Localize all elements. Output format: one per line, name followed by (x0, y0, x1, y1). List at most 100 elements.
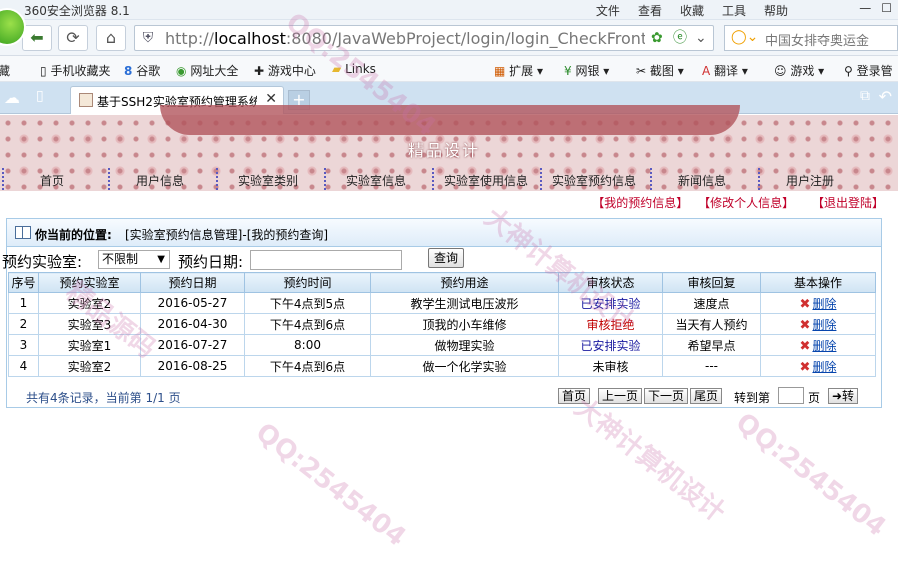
lab-filter-label: 预约实验室: (2, 253, 83, 271)
cell-operation: ✖ 删除 (760, 313, 876, 335)
cell-operation: ✖ 删除 (760, 334, 876, 356)
lab-filter-select[interactable]: 不限制 ▼ (98, 250, 170, 269)
tab-list-icon[interactable]: ⧉ (860, 88, 870, 104)
page-number-input[interactable] (778, 387, 804, 404)
menu-file[interactable]: 文件 (596, 2, 620, 19)
menu-lab-info[interactable]: 实验室信息 (346, 172, 406, 189)
last-page-button[interactable]: 尾页 (690, 388, 723, 404)
cell-status: 未审核 (558, 355, 663, 377)
search-placeholder[interactable]: 中国女排夺奥运金 (765, 30, 869, 49)
dropdown-arrow-icon[interactable]: ⌄ (695, 29, 707, 47)
search-box[interactable]: ◯⌄ 中国女排夺奥运金 (724, 25, 898, 51)
cell-lab: 实验室3 (38, 313, 141, 335)
delete-icon[interactable]: ✖ (800, 297, 811, 312)
cell-no: 4 (8, 355, 39, 377)
menu-tools[interactable]: 工具 (722, 2, 746, 19)
back-arrow-icon[interactable]: ⬅ (22, 25, 52, 51)
bookmark-item[interactable]: 8 谷歌 (124, 62, 160, 79)
reservation-table: 序号 预约实验室 预约日期 预约时间 预约用途 审核状态 审核回复 基本操作 1… (8, 272, 876, 377)
cell-no: 3 (8, 334, 39, 356)
speed-icon[interactable]: ✿ (651, 29, 663, 47)
maximize-icon[interactable]: ☐ (881, 1, 892, 15)
cell-time: 下午4点到6点 (244, 355, 371, 377)
menu-view[interactable]: 查看 (638, 2, 662, 19)
location-path: [实验室预约信息管理]-[我的预约查询] (125, 228, 329, 242)
delete-link[interactable]: 删除 (812, 297, 836, 311)
delete-icon[interactable]: ✖ (800, 318, 811, 333)
game-icon: ☺ (774, 64, 787, 78)
address-url[interactable]: http://localhost:8080/JavaWebProject/log… (165, 29, 645, 48)
games-button[interactable]: ☺ 游戏 ▾ (774, 62, 824, 79)
home-icon[interactable]: ⌂ (96, 25, 126, 51)
banking-button[interactable]: ¥ 网银 ▾ (564, 62, 609, 79)
cell-lab: 实验室2 (38, 292, 141, 314)
query-button[interactable]: 查询 (428, 248, 464, 268)
menu-lab-category[interactable]: 实验室类别 (238, 172, 298, 189)
bookmark-item[interactable]: ◉ 网址大全 (176, 62, 238, 79)
bookmark-item[interactable]: ▰ Links (332, 62, 376, 76)
menu-lab-reservation[interactable]: 实验室预约信息 (552, 172, 636, 189)
go-button[interactable]: ➜转 (828, 388, 859, 404)
cell-time: 8:00 (244, 334, 371, 356)
delete-link[interactable]: 删除 (812, 339, 836, 353)
cell-reply: --- (662, 355, 761, 377)
menu-separator (540, 168, 542, 190)
undo-close-icon[interactable]: ↶ (879, 87, 892, 106)
cell-status: 已安排实验 (558, 292, 663, 314)
prev-page-button[interactable]: 上一页 (598, 388, 643, 404)
extensions-button[interactable]: ▦ 扩展 ▾ (494, 62, 543, 79)
bookmark-item[interactable]: ▯ 手机收藏夹 (40, 62, 110, 79)
my-reservations-link[interactable]: 【我的预约信息】 (592, 196, 688, 210)
delete-link[interactable]: 删除 (812, 318, 836, 332)
browser-menu-bar: 文件 查看 收藏 工具 帮助 (596, 2, 788, 19)
menu-favorites[interactable]: 收藏 (680, 2, 704, 19)
edit-profile-link[interactable]: 【修改个人信息】 (698, 196, 794, 210)
menu-separator (2, 168, 4, 190)
col-header: 预约用途 (370, 272, 559, 293)
refresh-icon[interactable]: ⟳ (58, 25, 88, 51)
page-unit-label: 页 (808, 391, 821, 405)
address-bar[interactable]: ⛨ http://localhost:8080/JavaWebProject/l… (134, 25, 714, 51)
minimize-icon[interactable]: — (859, 1, 871, 15)
logout-link[interactable]: 【退出登陆】 (812, 196, 884, 210)
search-engine-icon[interactable]: ◯⌄ (731, 29, 758, 45)
cell-operation: ✖ 删除 (760, 355, 876, 377)
translate-button[interactable]: A 翻译 ▾ (702, 62, 748, 79)
google-icon: 8 (124, 64, 133, 78)
next-page-button[interactable]: 下一页 (644, 388, 689, 404)
menu-news[interactable]: 新闻信息 (678, 172, 726, 189)
menu-home[interactable]: 首页 (40, 172, 64, 189)
bank-icon: ¥ (564, 64, 572, 78)
cell-time: 下午4点到5点 (244, 292, 371, 314)
site-subtitle: 精品设计 (408, 141, 481, 160)
first-page-button[interactable]: 首页 (558, 388, 591, 404)
bookmark-item[interactable]: 藏 (0, 62, 10, 79)
menu-help[interactable]: 帮助 (764, 2, 788, 19)
site-menu: 首页 用户信息 实验室类别 实验室信息 实验室使用信息 实验室预约信息 新闻信息… (0, 166, 898, 192)
menu-register[interactable]: 用户注册 (786, 172, 834, 189)
date-filter-input[interactable] (250, 250, 402, 270)
cell-date: 2016-08-25 (140, 355, 245, 377)
cell-date: 2016-05-27 (140, 292, 245, 314)
table-row: 3 实验室1 2016-07-27 8:00 做物理实验 已安排实验 希望早点 … (8, 334, 876, 356)
cell-date: 2016-04-30 (140, 313, 245, 335)
cloud-icon[interactable]: ☁ (4, 88, 20, 107)
bookmark-item[interactable]: ✚ 游戏中心 (254, 62, 316, 79)
delete-icon[interactable]: ✖ (800, 360, 811, 375)
watermark-text: QQ:2545404 (249, 417, 412, 553)
delete-link[interactable]: 删除 (812, 360, 836, 374)
ie-mode-icon[interactable]: ⓔ (673, 29, 687, 47)
goto-label: 转到第 (734, 391, 771, 405)
sidebar-toggle-icon[interactable]: ▯ (36, 88, 44, 104)
cell-reply: 当天有人预约 (662, 313, 761, 335)
cell-reply: 速度点 (662, 292, 761, 314)
menu-separator (432, 168, 434, 190)
col-header: 序号 (8, 272, 39, 293)
cell-purpose: 顶我的小车维修 (370, 313, 559, 335)
cell-lab: 实验室2 (38, 355, 141, 377)
menu-user-info[interactable]: 用户信息 (136, 172, 184, 189)
delete-icon[interactable]: ✖ (800, 339, 811, 354)
login-button[interactable]: ⚲ 登录管 (844, 62, 893, 79)
screenshot-button[interactable]: ✂ 截图 ▾ (636, 62, 684, 79)
menu-lab-usage[interactable]: 实验室使用信息 (444, 172, 528, 189)
